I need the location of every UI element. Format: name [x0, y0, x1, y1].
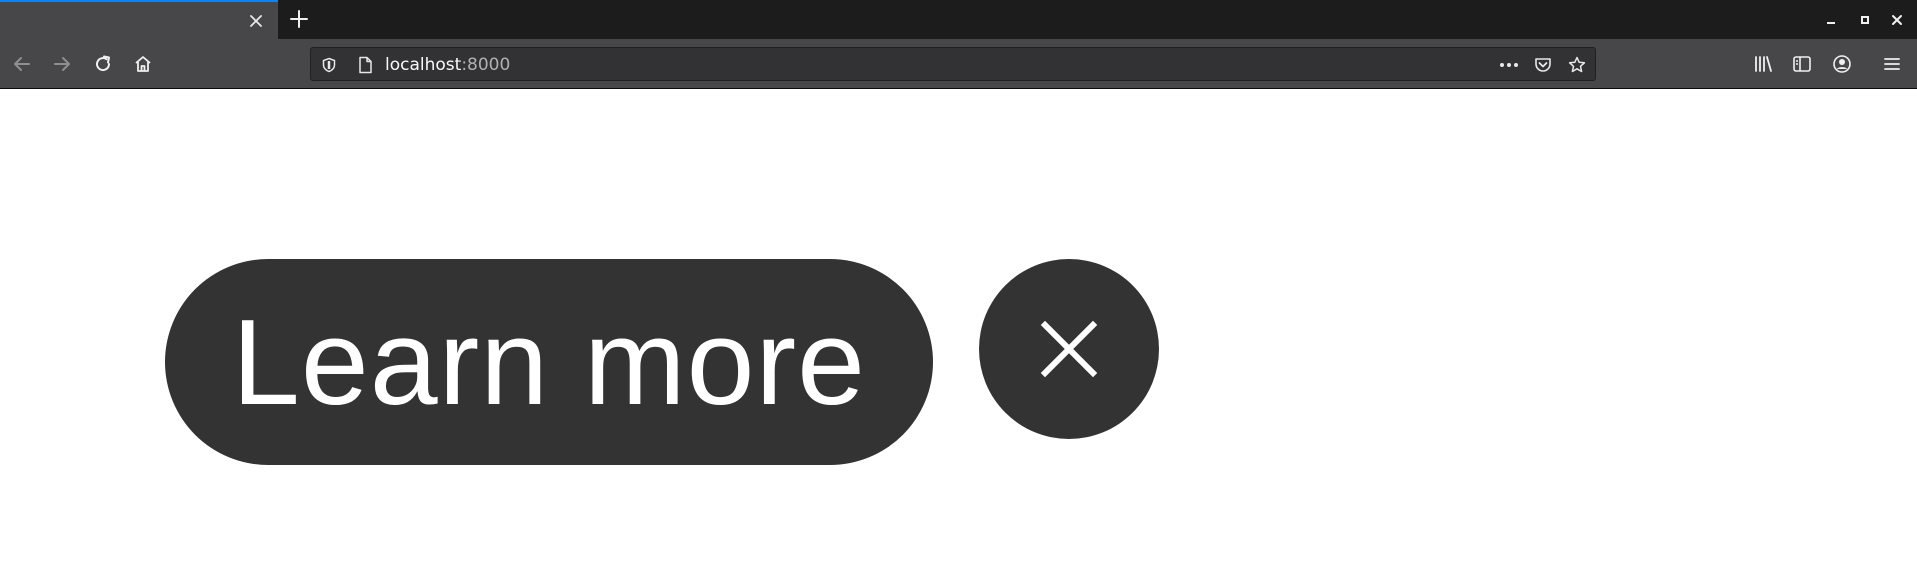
- maximize-icon: [1861, 16, 1869, 24]
- close-icon: [1040, 320, 1098, 378]
- forward-button[interactable]: [49, 51, 75, 77]
- learn-more-button[interactable]: Learn more: [165, 259, 933, 465]
- app-menu-button[interactable]: [1879, 51, 1905, 77]
- home-button[interactable]: [130, 51, 156, 77]
- url-bar[interactable]: localhost:8000: [310, 47, 1596, 81]
- library-button[interactable]: [1750, 51, 1776, 77]
- tracking-protection-button[interactable]: [319, 55, 339, 75]
- url-port: :8000: [461, 55, 511, 75]
- window-close-button[interactable]: [1886, 9, 1908, 31]
- more-icon: [1500, 63, 1518, 67]
- account-button[interactable]: [1829, 51, 1855, 77]
- maximize-button[interactable]: [1854, 9, 1876, 31]
- page-actions-button[interactable]: [1499, 55, 1519, 75]
- page-content: Learn more: [0, 90, 1917, 569]
- arrow-left-icon: [14, 57, 30, 71]
- url-host: localhost: [385, 55, 462, 75]
- bookmark-star-button[interactable]: [1567, 55, 1587, 75]
- close-icon: [250, 15, 262, 27]
- new-tab-button[interactable]: [284, 4, 314, 34]
- site-info-button[interactable]: [355, 55, 375, 75]
- minimize-icon: [1827, 22, 1835, 24]
- home-icon: [135, 56, 151, 72]
- close-icon: [1892, 15, 1902, 25]
- library-icon: [1755, 56, 1772, 72]
- minimize-button[interactable]: [1820, 9, 1842, 31]
- url-text[interactable]: localhost:8000: [385, 54, 510, 76]
- shield-icon: [322, 57, 336, 73]
- back-button[interactable]: [9, 51, 35, 77]
- active-tab[interactable]: [0, 0, 278, 39]
- sidebar-button[interactable]: [1789, 51, 1815, 77]
- arrow-right-icon: [54, 57, 70, 71]
- star-icon: [1568, 56, 1586, 73]
- pocket-icon: [1535, 58, 1551, 72]
- plus-icon: [290, 10, 308, 28]
- nav-toolbar: localhost:8000: [0, 39, 1917, 89]
- dismiss-button[interactable]: [979, 259, 1159, 439]
- account-icon: [1833, 55, 1851, 73]
- pocket-button[interactable]: [1533, 55, 1553, 75]
- tab-strip: [0, 0, 1917, 39]
- sidebar-icon: [1793, 56, 1811, 72]
- reload-icon: [96, 55, 111, 72]
- menu-icon: [1884, 58, 1900, 70]
- reload-button[interactable]: [90, 51, 116, 77]
- page-icon: [359, 56, 372, 74]
- tab-close-button[interactable]: [244, 9, 268, 33]
